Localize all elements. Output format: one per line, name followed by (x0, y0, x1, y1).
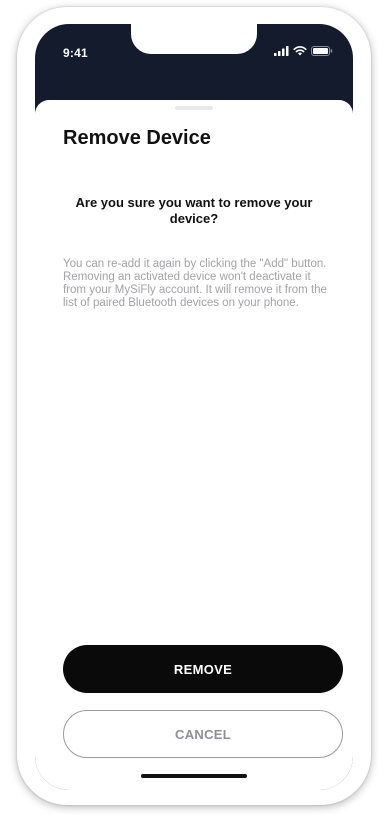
sheet-grabber[interactable] (175, 106, 213, 110)
remove-device-sheet: Remove Device Are you sure you want to r… (35, 100, 353, 790)
phone-screen: 9:41 Remove Device Are you sure you want… (35, 24, 353, 790)
home-indicator[interactable] (141, 774, 247, 778)
remove-button[interactable]: REMOVE (63, 645, 343, 693)
phone-notch (131, 24, 257, 54)
status-bar-icons (274, 46, 333, 56)
cellular-signal-icon (274, 46, 289, 56)
confirmation-question: Are you sure you want to remove your dev… (75, 195, 313, 226)
battery-icon (311, 46, 333, 56)
wifi-icon (293, 46, 307, 56)
sheet-title: Remove Device (63, 127, 211, 149)
status-bar-time: 9:41 (63, 46, 88, 60)
removal-explanation: You can re-add it again by clicking the … (63, 258, 327, 309)
cancel-button[interactable]: CANCEL (63, 710, 343, 758)
